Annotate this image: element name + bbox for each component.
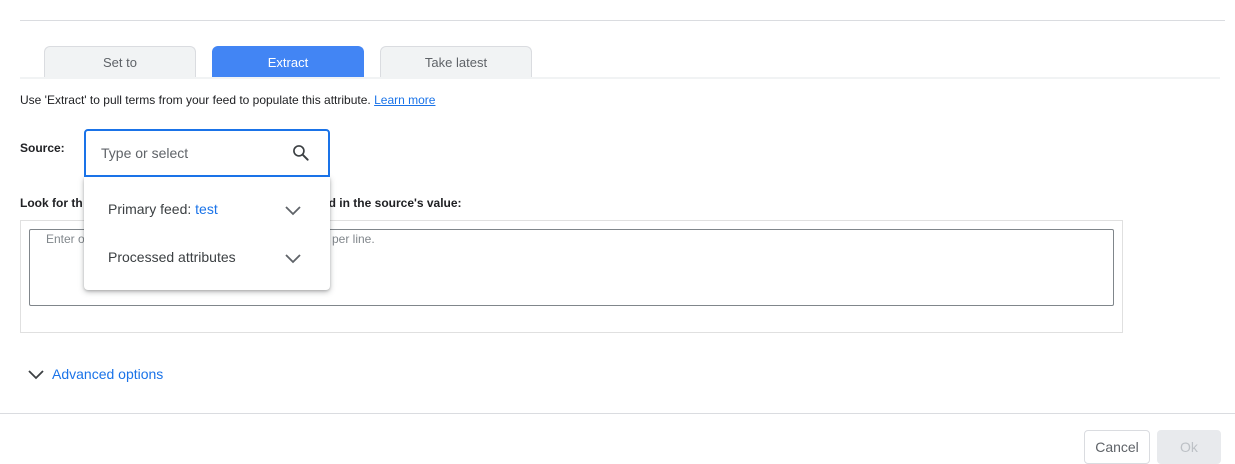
ok-button[interactable]: Ok: [1157, 430, 1221, 464]
tab-take-latest[interactable]: Take latest: [380, 46, 532, 77]
learn-more-link[interactable]: Learn more: [374, 93, 435, 107]
source-search-input[interactable]: [101, 143, 281, 163]
search-icon[interactable]: [291, 143, 311, 163]
primary-feed-text: Primary feed: test: [108, 201, 218, 217]
terms-placeholder-end: per line.: [332, 232, 375, 246]
dropdown-item-primary-feed[interactable]: Primary feed: test: [84, 186, 330, 232]
processed-attributes-label: Processed attributes: [108, 249, 236, 265]
extract-description: Use 'Extract' to pull terms from your fe…: [20, 93, 435, 107]
primary-feed-value: test: [195, 201, 218, 217]
source-dropdown: Primary feed: test Processed attributes: [84, 177, 330, 290]
advanced-options-label: Advanced options: [52, 366, 164, 382]
advanced-options-toggle[interactable]: Advanced options: [28, 366, 163, 382]
tab-bar-divider: [20, 77, 1220, 79]
cancel-button[interactable]: Cancel: [1084, 430, 1150, 464]
chevron-down-icon[interactable]: [284, 249, 302, 267]
description-text: Use 'Extract' to pull terms from your fe…: [20, 93, 371, 107]
chevron-down-icon[interactable]: [284, 201, 302, 219]
tab-extract[interactable]: Extract: [212, 46, 364, 77]
source-search-box[interactable]: [84, 129, 330, 177]
footer-divider: [0, 413, 1235, 414]
chevron-down-icon: [28, 370, 44, 380]
tab-set-to[interactable]: Set to: [44, 46, 196, 77]
primary-feed-label: Primary feed:: [108, 201, 192, 217]
terms-placeholder-start: Enter o: [46, 232, 85, 246]
look-for-label-start: Look for th: [20, 196, 83, 210]
source-label: Source:: [20, 141, 65, 155]
dropdown-item-processed-attributes[interactable]: Processed attributes: [84, 234, 330, 280]
top-divider: [20, 20, 1225, 21]
